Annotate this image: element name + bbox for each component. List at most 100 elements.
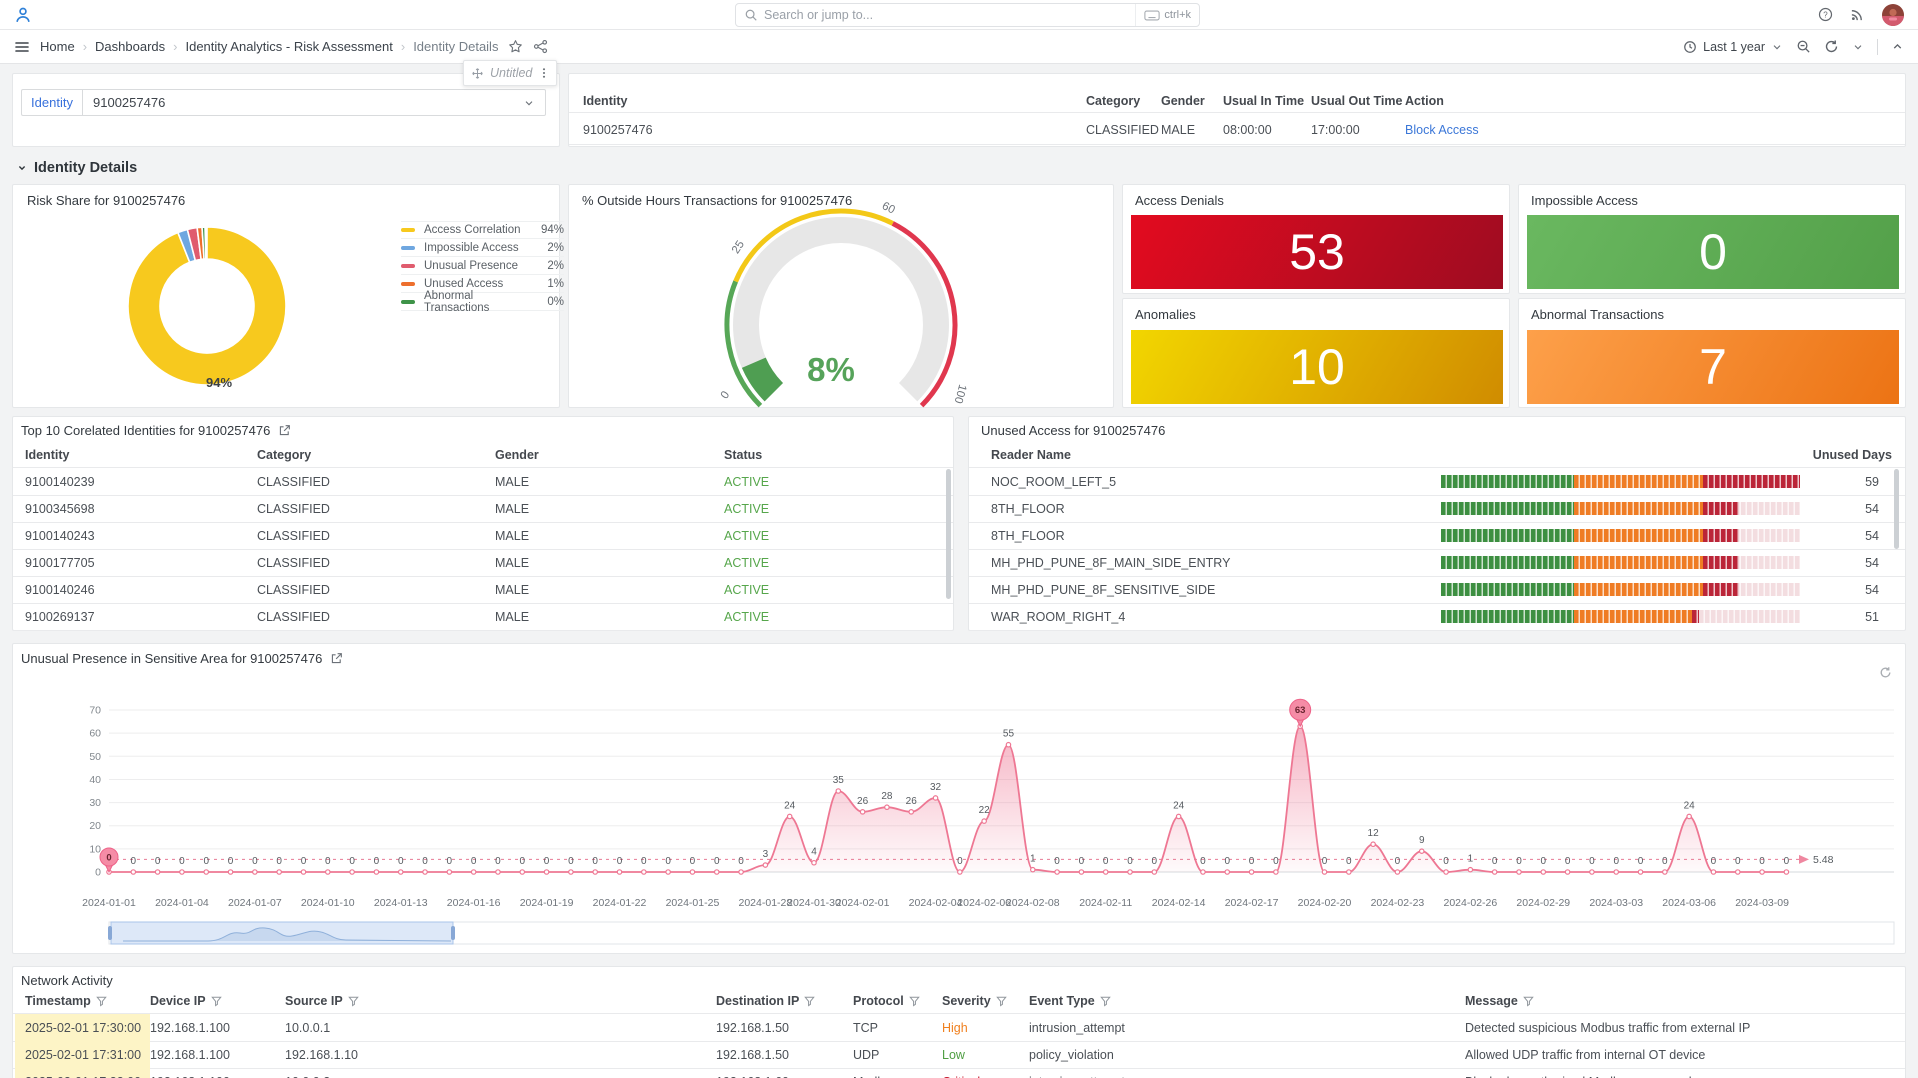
col-device-ip[interactable]: Device IP xyxy=(150,994,285,1008)
data-point[interactable] xyxy=(569,870,573,874)
data-point[interactable] xyxy=(1152,870,1156,874)
kebab-menu-icon[interactable] xyxy=(538,66,550,80)
col-identity[interactable]: Identity xyxy=(25,448,257,462)
data-point[interactable] xyxy=(301,870,305,874)
data-point[interactable] xyxy=(1176,814,1180,818)
data-point[interactable] xyxy=(1128,870,1132,874)
unused-row[interactable]: MH_PHD_PUNE_8F_SENSITIVE_SIDE54 xyxy=(969,576,1905,603)
breadcrumb-item[interactable]: Dashboards xyxy=(95,39,165,54)
funnel-filter-icon[interactable] xyxy=(96,996,107,1007)
data-point[interactable] xyxy=(1104,870,1108,874)
data-point[interactable] xyxy=(1614,870,1618,874)
data-point[interactable] xyxy=(1541,870,1545,874)
col-timestamp[interactable]: Timestamp xyxy=(15,994,150,1008)
data-point[interactable] xyxy=(155,870,159,874)
data-point[interactable] xyxy=(763,863,767,867)
col-usual-out-time[interactable]: Usual Out Time xyxy=(1311,94,1405,108)
floating-panel-header[interactable]: Untitled xyxy=(463,60,557,86)
refresh-interval-chevron-icon[interactable] xyxy=(1852,41,1864,53)
external-link-icon[interactable] xyxy=(278,424,291,437)
data-point[interactable] xyxy=(1347,870,1351,874)
data-point[interactable] xyxy=(544,870,548,874)
access-denials-stat[interactable]: 53 xyxy=(1131,215,1503,289)
data-point[interactable] xyxy=(666,870,670,874)
data-point[interactable] xyxy=(958,870,962,874)
data-point[interactable] xyxy=(642,870,646,874)
avatar[interactable] xyxy=(1882,4,1904,26)
data-point[interactable] xyxy=(1663,870,1667,874)
data-point[interactable] xyxy=(131,870,135,874)
funnel-filter-icon[interactable] xyxy=(1100,996,1111,1007)
donut-slice[interactable] xyxy=(128,227,286,385)
col-message[interactable]: Message xyxy=(1465,994,1534,1008)
data-point[interactable] xyxy=(1687,814,1691,818)
data-point[interactable] xyxy=(228,870,232,874)
data-point[interactable] xyxy=(374,870,378,874)
impossible-access-stat[interactable]: 0 xyxy=(1527,215,1899,289)
funnel-filter-icon[interactable] xyxy=(804,996,815,1007)
unusual-presence-line-chart[interactable]: 0102030405060702024-01-012024-01-042024-… xyxy=(13,644,1907,955)
breadcrumb-item[interactable]: Identity Analytics - Risk Assessment xyxy=(185,39,392,54)
abnormal-transactions-stat[interactable]: 7 xyxy=(1527,330,1899,404)
col-usual-in-time[interactable]: Usual In Time xyxy=(1223,94,1311,108)
data-point[interactable] xyxy=(1638,870,1642,874)
data-point[interactable] xyxy=(593,870,597,874)
data-point[interactable] xyxy=(204,870,208,874)
breadcrumb-item[interactable]: Home xyxy=(40,39,75,54)
funnel-filter-icon[interactable] xyxy=(996,996,1007,1007)
identity-variable-select[interactable]: 9100257476 xyxy=(82,89,546,116)
data-point[interactable] xyxy=(1079,870,1083,874)
data-point[interactable] xyxy=(617,870,621,874)
correlated-row[interactable]: 9100345698CLASSIFIEDMALEACTIVE xyxy=(13,495,953,522)
col-gender[interactable]: Gender xyxy=(495,448,724,462)
data-point[interactable] xyxy=(1031,867,1035,871)
data-point[interactable] xyxy=(1274,870,1278,874)
col-severity[interactable]: Severity xyxy=(942,994,1029,1008)
legend-item[interactable]: Access Correlation94% xyxy=(401,221,564,239)
col-reader-name[interactable]: Reader Name xyxy=(991,448,1071,462)
data-point[interactable] xyxy=(885,805,889,809)
data-point[interactable] xyxy=(1492,870,1496,874)
col-status[interactable]: Status xyxy=(724,448,762,462)
correlated-row[interactable]: 9100140246CLASSIFIEDMALEACTIVE xyxy=(13,576,953,603)
data-point[interactable] xyxy=(1517,870,1521,874)
news-rss-icon[interactable] xyxy=(1850,7,1865,22)
data-point[interactable] xyxy=(860,810,864,814)
data-point[interactable] xyxy=(1395,870,1399,874)
col-unused-days[interactable]: Unused Days xyxy=(1813,448,1892,462)
data-point[interactable] xyxy=(1468,867,1472,871)
correlated-row[interactable]: 9100140239CLASSIFIEDMALEACTIVE xyxy=(13,468,953,495)
col-action[interactable]: Action xyxy=(1405,94,1444,108)
datazoom-handle-right[interactable] xyxy=(451,926,455,940)
legend-item[interactable]: Abnormal Transactions0% xyxy=(401,293,564,311)
data-point[interactable] xyxy=(739,870,743,874)
data-point[interactable] xyxy=(1565,870,1569,874)
data-point[interactable] xyxy=(690,870,694,874)
datazoom-handle-left[interactable] xyxy=(108,926,112,940)
data-point[interactable] xyxy=(1590,870,1594,874)
scrollbar[interactable] xyxy=(1894,469,1899,549)
data-point[interactable] xyxy=(496,870,500,874)
data-point[interactable] xyxy=(982,819,986,823)
unused-row[interactable]: WAR_ROOM_RIGHT_451 xyxy=(969,603,1905,630)
data-point[interactable] xyxy=(1711,870,1715,874)
zoom-out-icon[interactable] xyxy=(1796,39,1811,54)
data-point[interactable] xyxy=(180,870,184,874)
funnel-filter-icon[interactable] xyxy=(1523,996,1534,1007)
data-point[interactable] xyxy=(1420,849,1424,853)
data-point[interactable] xyxy=(836,789,840,793)
network-row[interactable]: 2025-02-01 17:31:00192.168.1.100192.168.… xyxy=(13,1041,1905,1068)
col-event-type[interactable]: Event Type xyxy=(1029,994,1465,1008)
time-range-picker[interactable]: Last 1 year xyxy=(1683,40,1783,54)
block-access-link[interactable]: Block Access xyxy=(1405,123,1479,137)
favorite-star-icon[interactable] xyxy=(508,39,523,54)
anomalies-stat[interactable]: 10 xyxy=(1131,330,1503,404)
col-destination-ip[interactable]: Destination IP xyxy=(716,994,853,1008)
data-point[interactable] xyxy=(277,870,281,874)
unused-row[interactable]: 8TH_FLOOR54 xyxy=(969,495,1905,522)
data-point[interactable] xyxy=(350,870,354,874)
data-point[interactable] xyxy=(1322,870,1326,874)
unused-row[interactable]: NOC_ROOM_LEFT_559 xyxy=(969,468,1905,495)
data-point[interactable] xyxy=(909,810,913,814)
refresh-icon[interactable] xyxy=(1824,39,1839,54)
